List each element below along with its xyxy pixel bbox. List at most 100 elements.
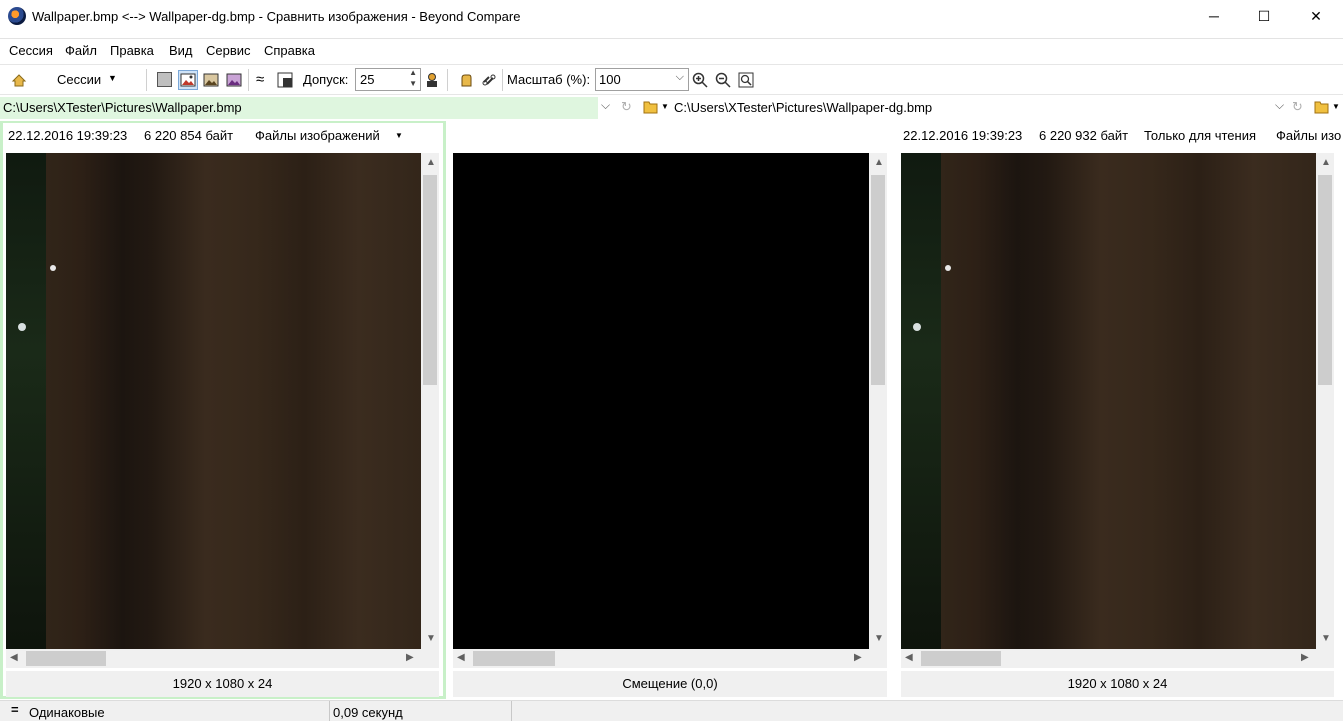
hand-icon[interactable] (458, 72, 474, 88)
scale-combobox[interactable]: 100 ⌵ (595, 68, 689, 91)
spin-up-icon[interactable]: ▲ (409, 68, 417, 77)
zoom-out-icon[interactable] (715, 72, 731, 88)
scroll-down-icon[interactable]: ▼ (874, 633, 884, 644)
scroll-right-icon[interactable]: ▶ (406, 652, 414, 663)
left-file-size: 6 220 854 байт (144, 128, 234, 143)
right-dimensions: 1920 x 1080 x 24 (901, 671, 1334, 697)
toolbar-separator (248, 69, 249, 91)
left-file-format[interactable]: Файлы изображений (255, 128, 380, 143)
scroll-down-icon[interactable]: ▼ (1321, 633, 1331, 644)
toolbar-separator (146, 69, 147, 91)
right-path-bar: C:\Users\XTester\Pictures\Wallpaper-dg.b… (671, 97, 1291, 119)
foliage-area (901, 153, 941, 649)
open-folder-icon[interactable] (1314, 100, 1330, 114)
link-icon[interactable] (481, 72, 497, 88)
right-file-size: 6 220 932 байт (1039, 128, 1129, 143)
highlight-spot (913, 323, 921, 331)
scroll-thumb[interactable] (1318, 175, 1332, 385)
refresh-icon[interactable]: ↻ (621, 99, 632, 115)
middle-horizontal-scrollbar[interactable]: ◀ ▶ (453, 649, 887, 668)
home-icon[interactable] (11, 72, 27, 88)
image-icon[interactable] (203, 72, 219, 88)
chevron-down-icon[interactable]: ▼ (108, 73, 117, 83)
scroll-thumb[interactable] (423, 175, 437, 385)
left-path-input[interactable]: C:\Users\XTester\Pictures\Wallpaper.bmp (0, 97, 598, 119)
scroll-thumb[interactable] (871, 175, 885, 385)
right-file-format[interactable]: Файлы изо (1276, 128, 1343, 143)
tolerance-value[interactable]: 25 (360, 72, 374, 87)
chevron-down-icon[interactable]: ▼ (395, 131, 403, 140)
menu-session[interactable]: Сессия (9, 43, 53, 58)
menu-edit[interactable]: Правка (110, 43, 154, 58)
show-differences-button[interactable] (178, 70, 198, 90)
swap-icon[interactable] (277, 72, 293, 88)
image-icon[interactable] (226, 72, 242, 88)
open-folder-icon[interactable] (643, 100, 659, 114)
scroll-left-icon[interactable]: ◀ (10, 652, 18, 663)
show-all-icon[interactable] (157, 72, 172, 87)
status-separator (329, 701, 330, 721)
toolbar-separator (447, 69, 448, 91)
chevron-down-icon[interactable]: ⌵ (601, 98, 610, 113)
right-path-input[interactable]: C:\Users\XTester\Pictures\Wallpaper-dg.b… (671, 97, 1271, 119)
tolerance-label: Допуск: (303, 72, 349, 87)
equal-icon: = (11, 702, 19, 717)
tolerance-spinner[interactable]: 25 ▲ ▼ (355, 68, 421, 91)
minimize-button[interactable]: ─ (1191, 0, 1237, 32)
image-icon (180, 73, 196, 87)
scale-label: Масштаб (%): (507, 72, 591, 87)
scroll-left-icon[interactable]: ◀ (905, 652, 913, 663)
left-horizontal-scrollbar[interactable]: ◀ ▶ (6, 649, 439, 668)
right-file-date: 22.12.2016 19:39:23 (903, 128, 1023, 143)
left-path-bar: C:\Users\XTester\Pictures\Wallpaper.bmp … (0, 97, 620, 119)
toolbar: Сессии ▼ ≈ Допуск: 25 ▲ ▼ Масштаб (%): 1… (0, 64, 1343, 95)
window-title: Wallpaper.bmp <--> Wallpaper-dg.bmp - Ср… (32, 9, 521, 24)
scroll-left-icon[interactable]: ◀ (457, 652, 465, 663)
comparison-result: Одинаковые (29, 705, 105, 720)
right-vertical-scrollbar[interactable]: ▲ ▼ (1316, 153, 1334, 649)
scroll-thumb[interactable] (473, 651, 555, 666)
left-image-view[interactable] (6, 153, 421, 649)
scroll-up-icon[interactable]: ▲ (874, 157, 884, 168)
chevron-down-icon[interactable]: ▼ (661, 102, 669, 111)
scroll-right-icon[interactable]: ▶ (1301, 652, 1309, 663)
menu-bar: Сессия Файл Правка Вид Сервис Справка (0, 38, 1343, 62)
scroll-down-icon[interactable]: ▼ (426, 633, 436, 644)
scale-value[interactable]: 100 (599, 72, 621, 87)
zoom-in-icon[interactable] (692, 72, 708, 88)
beyond-compare-app-icon (8, 7, 26, 25)
chevron-down-icon[interactable]: ⌵ (676, 71, 684, 84)
scroll-thumb[interactable] (26, 651, 106, 666)
highlight-spot (18, 323, 26, 331)
right-image-view[interactable] (901, 153, 1316, 649)
menu-view[interactable]: Вид (169, 43, 193, 58)
middle-vertical-scrollbar[interactable]: ▲ ▼ (869, 153, 887, 649)
chevron-down-icon[interactable]: ⌵ (1275, 98, 1284, 113)
zoom-fit-icon[interactable] (738, 72, 754, 88)
scroll-up-icon[interactable]: ▲ (426, 157, 436, 168)
sessions-dropdown[interactable]: Сессии (57, 72, 101, 87)
person-icon[interactable] (424, 72, 440, 88)
approximate-icon[interactable]: ≈ (256, 71, 264, 88)
right-readonly-label: Только для чтения (1144, 128, 1257, 143)
chevron-down-icon[interactable]: ▼ (1332, 102, 1340, 111)
maximize-button[interactable]: ☐ (1241, 0, 1287, 32)
menu-help[interactable]: Справка (264, 43, 315, 58)
title-bar: Wallpaper.bmp <--> Wallpaper-dg.bmp - Ср… (0, 0, 1343, 34)
highlight-spot (945, 265, 951, 271)
left-vertical-scrollbar[interactable]: ▲ ▼ (421, 153, 439, 649)
menu-file[interactable]: Файл (65, 43, 97, 58)
scroll-right-icon[interactable]: ▶ (854, 652, 862, 663)
scroll-thumb[interactable] (921, 651, 1001, 666)
offset-indicator: Смещение (0,0) (453, 671, 887, 697)
comparison-time: 0,09 секунд (333, 705, 403, 720)
scroll-up-icon[interactable]: ▲ (1321, 157, 1331, 168)
left-file-date: 22.12.2016 19:39:23 (8, 128, 128, 143)
right-horizontal-scrollbar[interactable]: ◀ ▶ (901, 649, 1334, 668)
status-separator (511, 701, 512, 721)
spin-down-icon[interactable]: ▼ (409, 79, 417, 88)
close-button[interactable]: ✕ (1293, 0, 1339, 32)
menu-tools[interactable]: Сервис (206, 43, 251, 58)
difference-view[interactable] (453, 153, 869, 649)
refresh-icon[interactable]: ↻ (1292, 99, 1303, 115)
